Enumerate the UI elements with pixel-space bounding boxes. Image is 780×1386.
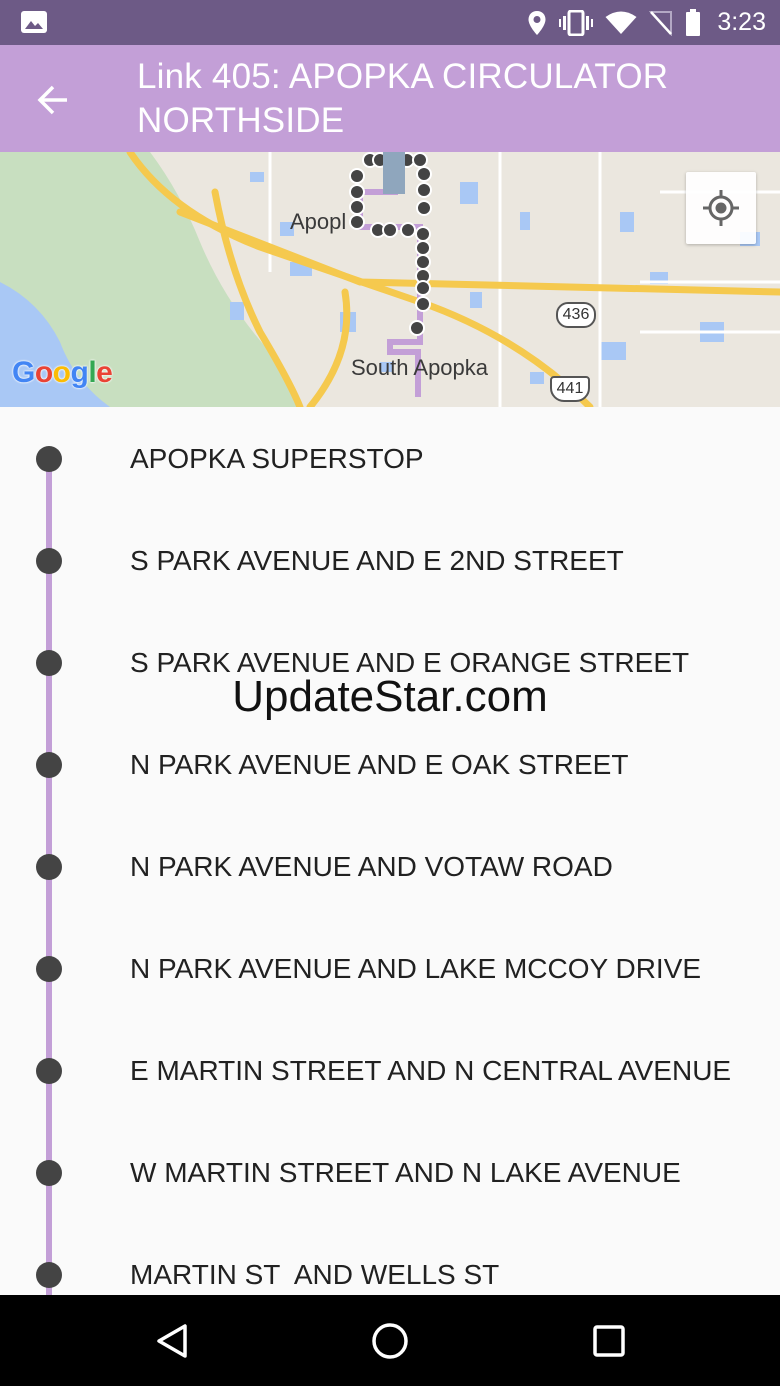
toolbar: Link 405: APOPKA CIRCULATOR NORTHSIDE xyxy=(0,45,780,152)
stop-list: APOPKA SUPERSTOP S PARK AVENUE AND E 2ND… xyxy=(0,407,780,1295)
recents-square-icon xyxy=(593,1325,625,1357)
stop-dot-icon xyxy=(36,1160,62,1186)
home-circle-icon xyxy=(372,1323,408,1359)
stop-name: W MARTIN STREET AND N LAKE AVENUE xyxy=(130,1157,681,1188)
status-icons: 3:23 xyxy=(527,0,766,45)
wifi-icon xyxy=(605,11,637,34)
map-label-south-apopka: South Apopka xyxy=(351,355,489,380)
back-button[interactable] xyxy=(26,73,80,127)
highway-shield-436: 436 xyxy=(556,302,596,328)
google-logo: Google xyxy=(12,356,113,389)
stop-dot-icon xyxy=(36,854,62,880)
stop-item[interactable]: N PARK AVENUE AND VOTAW ROAD xyxy=(0,815,780,917)
my-location-button[interactable] xyxy=(686,172,756,244)
stop-item[interactable]: W MARTIN STREET AND N LAKE AVENUE xyxy=(0,1121,780,1223)
highway-shield-441: 441 xyxy=(550,376,590,402)
stop-item[interactable]: S PARK AVENUE AND E ORANGE STREET xyxy=(0,611,780,713)
map-label-apopka: Apopl xyxy=(290,209,347,234)
stop-item[interactable]: MARTIN ST AND WELLS ST xyxy=(0,1223,780,1295)
status-bar: 3:23 xyxy=(0,0,780,45)
page-title: Link 405: APOPKA CIRCULATOR NORTHSIDE xyxy=(137,57,669,140)
stop-name: N PARK AVENUE AND LAKE MCCOY DRIVE xyxy=(130,953,702,984)
route-map[interactable]: Apopl South Apopka 436 441 Google xyxy=(0,152,780,407)
stop-item[interactable]: N PARK AVENUE AND LAKE MCCOY DRIVE xyxy=(0,917,780,1019)
nav-back-button[interactable] xyxy=(144,1315,200,1367)
status-time: 3:23 xyxy=(717,8,766,36)
arrow-back-icon xyxy=(37,85,67,115)
back-triangle-icon xyxy=(157,1324,187,1358)
stop-item[interactable]: S PARK AVENUE AND E 2ND STREET xyxy=(0,509,780,611)
stop-dot-icon xyxy=(36,956,62,982)
nav-recents-button[interactable] xyxy=(581,1315,637,1367)
stop-name: N PARK AVENUE AND VOTAW ROAD xyxy=(130,851,613,882)
stop-dot-icon xyxy=(36,1058,62,1084)
stop-dot-icon xyxy=(36,752,62,778)
stop-name: S PARK AVENUE AND E 2ND STREET xyxy=(130,545,624,576)
stop-name: APOPKA SUPERSTOP xyxy=(130,443,424,474)
stop-name: N PARK AVENUE AND E OAK STREET xyxy=(130,749,629,780)
location-icon xyxy=(528,10,546,35)
my-location-icon xyxy=(703,190,739,226)
image-icon xyxy=(21,11,47,33)
nav-home-button[interactable] xyxy=(362,1315,418,1367)
stop-dot-icon xyxy=(36,1262,62,1288)
stop-item[interactable]: APOPKA SUPERSTOP xyxy=(0,407,780,509)
battery-icon xyxy=(686,8,701,36)
stop-item[interactable]: E MARTIN STREET AND N CENTRAL AVENUE xyxy=(0,1019,780,1121)
stop-name: S PARK AVENUE AND E ORANGE STREET xyxy=(130,647,690,678)
stop-name: MARTIN ST AND WELLS ST xyxy=(130,1259,500,1290)
vibrate-icon xyxy=(559,9,594,36)
no-sim-icon xyxy=(649,10,673,36)
stop-item[interactable]: N PARK AVENUE AND E OAK STREET xyxy=(0,713,780,815)
stop-dot-icon xyxy=(36,446,62,472)
stop-dot-icon xyxy=(36,548,62,574)
stop-dot-icon xyxy=(36,650,62,676)
stop-name: E MARTIN STREET AND N CENTRAL AVENUE xyxy=(130,1055,732,1086)
navigation-bar xyxy=(0,1295,780,1386)
